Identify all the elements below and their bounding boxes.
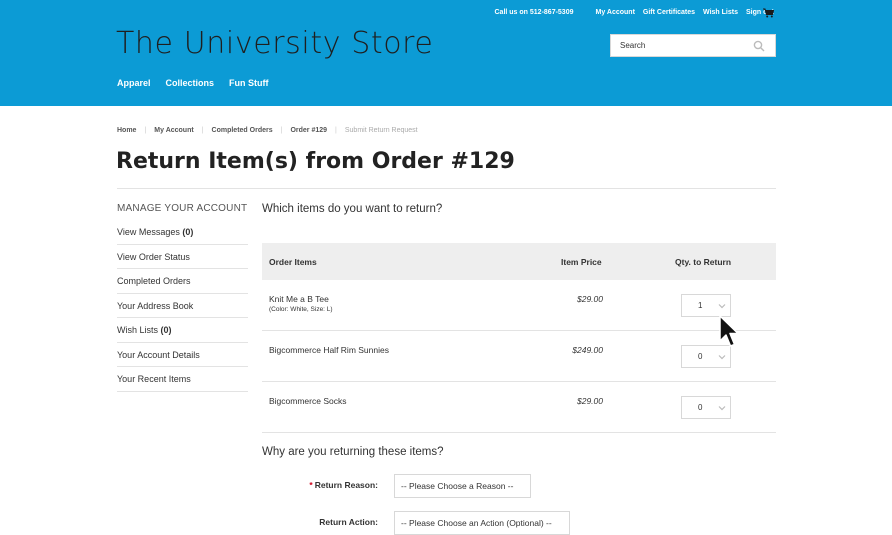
sidebar-item-wish-lists[interactable]: Wish Lists (0) [117, 318, 248, 343]
qty-value: 1 [698, 301, 703, 310]
sidebar-item-label: View Messages [117, 227, 180, 237]
breadcrumb-my-account[interactable]: My Account [154, 127, 193, 134]
return-action-label: Return Action: [319, 517, 378, 527]
breadcrumb-order[interactable]: Order #129 [290, 127, 327, 134]
breadcrumb: Home | My Account | Completed Orders | O… [117, 127, 418, 134]
return-reason-label-text: Return Reason: [314, 480, 378, 490]
store-logo[interactable]: The University Store [116, 26, 434, 61]
phone-text: Call us on 512-867-5309 [494, 9, 574, 16]
sidebar-item-label: Wish Lists [117, 325, 159, 335]
item-price: $249.00 [572, 345, 603, 355]
item-name: Bigcommerce Socks [269, 396, 347, 406]
chevron-down-icon [718, 406, 726, 411]
item-options: (Color: White, Size: L) [269, 306, 333, 313]
cart-icon[interactable] [763, 8, 774, 18]
header-qty-to-return: Qty. to Return [675, 256, 732, 267]
item-price: $29.00 [577, 294, 603, 304]
top-utility-nav: Call us on 512-867-5309 My Account Gift … [487, 9, 775, 16]
nav-collections[interactable]: Collections [166, 78, 215, 88]
items-question-heading: Which items do you want to return? [262, 203, 443, 215]
return-reason-select[interactable]: -- Please Choose a Reason -- [394, 474, 531, 498]
sidebar-item-label: Completed Orders [117, 276, 191, 286]
required-mark: * [309, 480, 313, 490]
return-action-select[interactable]: -- Please Choose an Action (Optional) -- [394, 511, 570, 535]
sidebar-item-label: Your Address Book [117, 300, 194, 311]
account-sidebar: MANAGE YOUR ACCOUNT View Messages (0) Vi… [117, 203, 248, 392]
sidebar-item-recent-items[interactable]: Your Recent Items [117, 367, 248, 392]
sidebar-item-label: Your Recent Items [117, 374, 191, 384]
qty-value: 0 [698, 403, 703, 412]
item-name: Bigcommerce Half Rim Sunnies [269, 345, 389, 355]
page-title: Return Item(s) from Order #129 [116, 149, 515, 174]
sidebar-item-label: Your Account Details [117, 349, 200, 360]
sidebar-item-view-messages[interactable]: View Messages (0) [117, 220, 248, 245]
header-order-items: Order Items [269, 256, 317, 267]
table-header: Order Items Item Price Qty. to Return [262, 243, 776, 280]
return-items-table: Order Items Item Price Qty. to Return Kn… [262, 243, 776, 433]
breadcrumb-separator: | [144, 127, 147, 134]
table-row: Bigcommerce Half Rim Sunnies $249.00 0 [262, 331, 776, 382]
mouse-pointer-icon [719, 315, 739, 347]
table-row: Bigcommerce Socks $29.00 0 [262, 382, 776, 433]
sidebar-item-count: (0) [160, 325, 172, 335]
sidebar-item-address-book[interactable]: Your Address Book [117, 294, 248, 318]
title-divider [117, 188, 776, 189]
why-question-heading: Why are you returning these items? [262, 446, 444, 458]
sidebar-item-count: (0) [182, 227, 194, 237]
sidebar-item-view-order-status[interactable]: View Order Status [117, 245, 248, 269]
search-box [610, 34, 776, 57]
breadcrumb-completed-orders[interactable]: Completed Orders [212, 127, 273, 134]
sidebar-item-label: View Order Status [117, 251, 190, 262]
sidebar-heading: MANAGE YOUR ACCOUNT [117, 203, 248, 214]
search-input[interactable] [611, 35, 751, 56]
search-icon[interactable] [753, 40, 765, 52]
sidebar-item-account-details[interactable]: Your Account Details [117, 343, 248, 367]
item-name: Knit Me a B Tee [269, 294, 329, 304]
breadcrumb-home[interactable]: Home [117, 127, 136, 134]
breadcrumb-separator: | [335, 127, 337, 134]
table-row: Knit Me a B Tee (Color: White, Size: L) … [262, 280, 776, 331]
qty-select[interactable]: 1 [681, 294, 731, 317]
nav-fun-stuff[interactable]: Fun Stuff [229, 78, 269, 88]
breadcrumb-separator: | [280, 127, 283, 134]
item-price: $29.00 [577, 396, 603, 406]
qty-value: 0 [698, 352, 703, 361]
wish-lists-link[interactable]: Wish Lists [703, 9, 738, 16]
return-reason-label: * Return Reason: [300, 480, 378, 490]
gift-certificates-link[interactable]: Gift Certificates [643, 9, 695, 16]
nav-apparel[interactable]: Apparel [117, 78, 151, 88]
my-account-link[interactable]: My Account [596, 9, 635, 16]
breadcrumb-current: Submit Return Request [344, 127, 418, 134]
main-nav: Apparel Collections Fun Stuff [117, 78, 284, 88]
breadcrumb-separator: | [201, 127, 204, 134]
sidebar-item-completed-orders[interactable]: Completed Orders [117, 269, 248, 294]
site-header: Call us on 512-867-5309 My Account Gift … [0, 0, 892, 106]
chevron-down-icon [718, 304, 726, 309]
header-item-price: Item Price [561, 256, 602, 267]
qty-select[interactable]: 0 [681, 396, 731, 419]
chevron-down-icon [718, 355, 726, 360]
